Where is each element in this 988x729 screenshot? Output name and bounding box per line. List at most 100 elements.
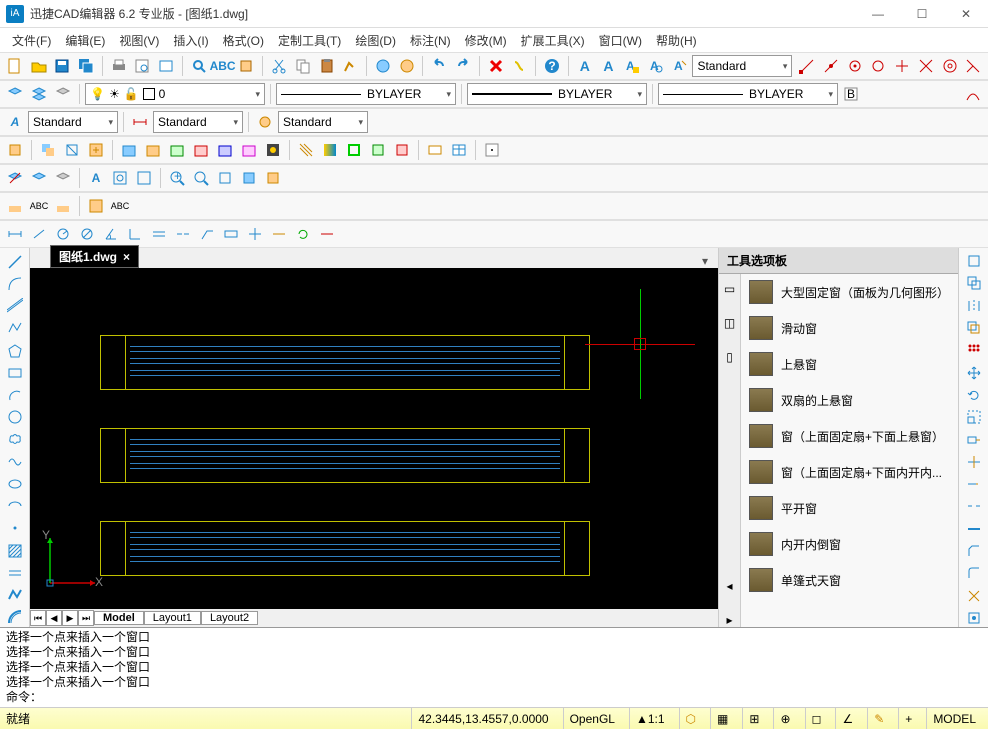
spline-icon[interactable]	[3, 452, 27, 471]
move-icon[interactable]	[963, 363, 985, 381]
copy2-icon[interactable]	[963, 274, 985, 292]
dim-leader-icon[interactable]	[196, 223, 218, 245]
text-abc2-icon[interactable]: ABC	[109, 195, 131, 217]
wblock-icon[interactable]	[85, 139, 107, 161]
arc-tangent-icon[interactable]	[962, 83, 984, 105]
find-icon[interactable]	[188, 55, 210, 77]
block-icon[interactable]	[4, 139, 26, 161]
open-icon[interactable]	[28, 55, 50, 77]
ellipse-icon[interactable]	[3, 474, 27, 493]
text-tool1-icon[interactable]	[4, 195, 26, 217]
palette-item[interactable]: 内开内倒窗	[741, 526, 958, 562]
text-tool3-icon[interactable]	[85, 195, 107, 217]
audit-icon[interactable]	[236, 55, 258, 77]
palette-scroll-left-icon[interactable]: ◂	[726, 579, 732, 593]
menu-edit[interactable]: 编辑(E)	[59, 30, 111, 51]
menu-insert[interactable]: 插入(I)	[167, 30, 214, 51]
dim-continue-icon[interactable]	[172, 223, 194, 245]
arc-icon[interactable]	[3, 274, 27, 293]
layer-manager-icon[interactable]	[4, 83, 26, 105]
properties-icon[interactable]	[372, 55, 394, 77]
layout-next-icon[interactable]: ▶	[62, 610, 78, 626]
status-dyn-icon[interactable]: +	[898, 708, 918, 729]
text-style-combo[interactable]: Standard	[692, 55, 792, 77]
status-scale[interactable]: ▲ 1:1	[629, 708, 671, 729]
dim-linear-icon[interactable]	[4, 223, 26, 245]
polyline-icon[interactable]	[3, 319, 27, 338]
attach-dgn-icon[interactable]	[190, 139, 212, 161]
palette-tab-1-icon[interactable]: ▭	[724, 282, 735, 296]
stretch-icon[interactable]	[963, 430, 985, 448]
menu-extend-tools[interactable]: 扩展工具(X)	[515, 30, 591, 51]
command-prompt[interactable]: 命令：	[6, 690, 982, 705]
explode-icon[interactable]	[963, 586, 985, 604]
snap-midpoint-icon[interactable]	[820, 55, 842, 77]
palette-item[interactable]: 大型固定窗（面板为几何图形）	[741, 274, 958, 310]
status-lwt-icon[interactable]: ✎	[867, 708, 890, 729]
dim-edit-icon[interactable]	[268, 223, 290, 245]
new-icon[interactable]	[4, 55, 26, 77]
table-icon[interactable]	[448, 139, 470, 161]
hatch2-icon[interactable]	[3, 541, 27, 560]
mirror-icon[interactable]	[963, 297, 985, 315]
align-icon[interactable]	[963, 609, 985, 627]
layer-on-icon[interactable]	[28, 167, 50, 189]
attach-dwf-icon[interactable]	[214, 139, 236, 161]
ole-icon[interactable]	[262, 139, 284, 161]
text-abc1-icon[interactable]: ABC	[28, 195, 50, 217]
save-icon[interactable]	[51, 55, 73, 77]
delete-icon[interactable]	[485, 55, 507, 77]
plotstyle-combo[interactable]: BYLAYER	[658, 83, 838, 105]
dim-aligned-icon[interactable]	[28, 223, 50, 245]
layout-last-icon[interactable]: ⏭	[78, 610, 94, 626]
array-icon[interactable]	[963, 341, 985, 359]
print-preview-icon[interactable]	[132, 55, 154, 77]
text-tool2-icon[interactable]	[52, 195, 74, 217]
dimstyle-icon[interactable]: A	[4, 111, 26, 133]
palette-list[interactable]: 大型固定窗（面板为几何图形） 滑动窗 上悬窗 双扇的上悬窗 窗（上面固定扇+下面…	[741, 274, 958, 627]
palette-item[interactable]: 双扇的上悬窗	[741, 382, 958, 418]
join-icon[interactable]	[963, 520, 985, 538]
layer-isolate-icon[interactable]: A	[85, 167, 107, 189]
dim-override-icon[interactable]	[316, 223, 338, 245]
palette-item[interactable]: 窗（上面固定扇+下面上悬窗）	[741, 418, 958, 454]
palette-item[interactable]: 上悬窗	[741, 346, 958, 382]
menu-modify[interactable]: 修改(M)	[459, 30, 513, 51]
undo-icon[interactable]	[428, 55, 450, 77]
pan-icon[interactable]	[214, 167, 236, 189]
3dpoly-icon[interactable]	[3, 586, 27, 605]
text-style-icon[interactable]: A	[669, 55, 691, 77]
text-a1-icon[interactable]: A	[574, 55, 596, 77]
dim-ordinate-icon[interactable]	[124, 223, 146, 245]
zoom-out-icon[interactable]	[190, 167, 212, 189]
dimstyle2-icon[interactable]	[129, 111, 151, 133]
dim-update-icon[interactable]	[292, 223, 314, 245]
status-model[interactable]: MODEL	[926, 708, 982, 729]
attach-cloud-icon[interactable]	[238, 139, 260, 161]
text-edit-icon[interactable]: A	[621, 55, 643, 77]
menu-format[interactable]: 格式(O)	[217, 30, 270, 51]
polygon-icon[interactable]	[3, 341, 27, 360]
layout-first-icon[interactable]: ⏮	[30, 610, 46, 626]
dim-style-combo2[interactable]: Standard	[153, 111, 243, 133]
dim-baseline-icon[interactable]	[148, 223, 170, 245]
boundary-icon[interactable]	[343, 139, 365, 161]
revcloud-icon[interactable]	[3, 430, 27, 449]
document-tab[interactable]: 图纸1.dwg ×	[50, 245, 139, 268]
help-icon[interactable]: ?	[541, 55, 563, 77]
palette-item[interactable]: 滑动窗	[741, 310, 958, 346]
attach-image-icon[interactable]	[142, 139, 164, 161]
palette-item[interactable]: 平开窗	[741, 490, 958, 526]
spell-icon[interactable]: ABC	[212, 55, 234, 77]
status-grid-icon[interactable]: ▦	[710, 708, 734, 729]
status-otrack-icon[interactable]: ∠	[835, 708, 859, 729]
dim-style-combo1[interactable]: Standard	[28, 111, 118, 133]
palette-tab-2-icon[interactable]: ◫	[724, 316, 735, 330]
snap-node-icon[interactable]	[868, 55, 890, 77]
layer-off-icon[interactable]	[4, 167, 26, 189]
arc3p-icon[interactable]	[3, 385, 27, 404]
drawing-canvas[interactable]: X Y	[30, 268, 718, 609]
erase-icon[interactable]	[509, 55, 531, 77]
maximize-button[interactable]: ☐	[900, 0, 944, 28]
palette-item[interactable]: 窗（上面固定扇+下面内开内...	[741, 454, 958, 490]
